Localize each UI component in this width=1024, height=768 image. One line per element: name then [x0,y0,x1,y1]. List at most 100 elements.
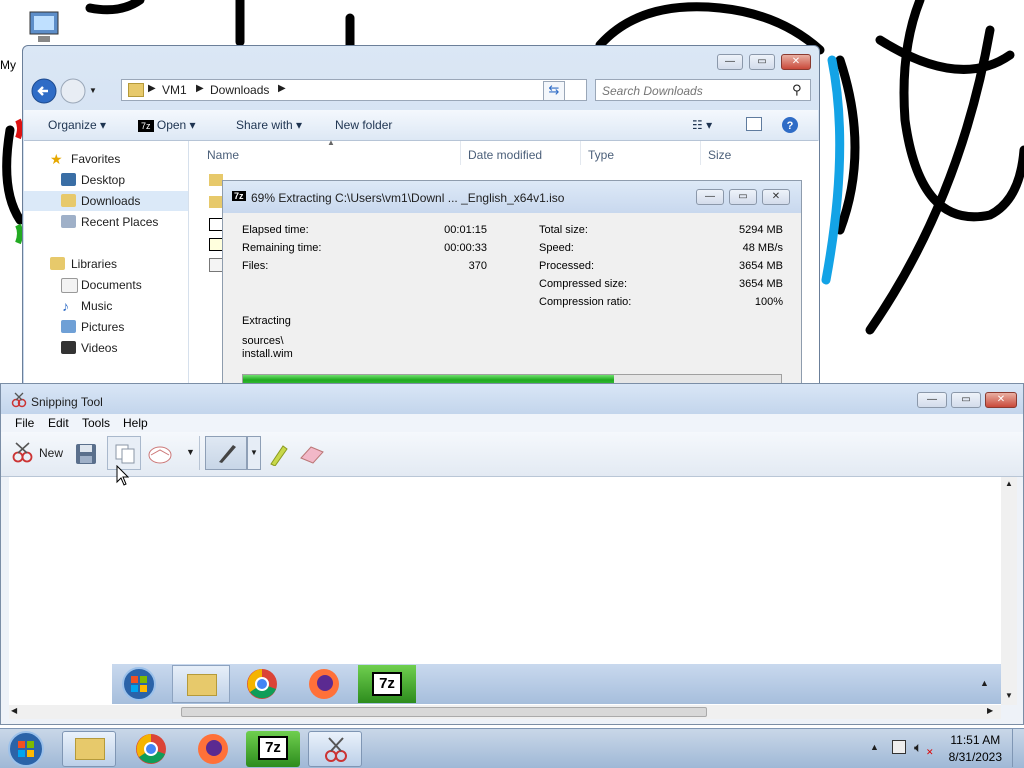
stat-label: Compressed size: [539,278,628,290]
forward-arrow-icon[interactable] [60,78,86,104]
minimize-button[interactable]: — [717,54,743,70]
close-button[interactable]: ✕ [781,54,811,70]
nav-favorites[interactable]: ★ Favorites [24,149,188,169]
close-button[interactable]: ✕ [985,392,1017,408]
views-icon[interactable]: ☷ ▾ [692,118,712,132]
new-snip-button[interactable]: New [11,440,67,466]
folder-icon[interactable] [209,196,223,208]
nav-libraries[interactable]: Libraries [24,254,188,274]
7zip-icon: 7z [232,191,246,201]
nav-item-desktop[interactable]: Desktop [24,170,188,190]
zip-file-icon[interactable] [209,238,223,251]
7zip-taskbar-icon: 7z [358,665,416,703]
current-file: install.wim [242,348,293,360]
clock[interactable]: 11:51 AM 8/31/2023 [949,733,1002,764]
stat-value: 00:01:15 [444,224,487,236]
nav-item-videos[interactable]: Videos [24,338,188,358]
menu-file[interactable]: File [15,416,34,430]
nav-item-music[interactable]: ♪ Music [24,296,188,316]
stat-label: Remaining time: [242,242,322,254]
folder-icon[interactable] [209,174,223,186]
firefox-icon[interactable] [197,733,229,765]
pen-dropdown-icon[interactable]: ▼ [247,436,261,470]
stat-value: 370 [468,260,487,272]
menu-tools[interactable]: Tools [82,416,110,430]
send-dropdown-icon[interactable]: ▼ [186,447,195,457]
organize-button[interactable]: Organize ▾ [48,118,106,132]
new-folder-button[interactable]: New folder [335,118,392,132]
column-header-size[interactable]: Size [708,148,731,162]
preview-pane-icon[interactable] [746,117,762,131]
downloads-folder-icon [61,194,76,207]
taskbar-7zip-button[interactable]: 7z [246,731,300,767]
recent-pages-chevron-icon[interactable]: ▼ [89,86,97,95]
menu-help[interactable]: Help [123,416,148,430]
show-desktop-button[interactable] [1012,729,1024,767]
save-icon[interactable] [75,443,97,465]
snipping-tool-window: Snipping Tool — ▭ ✕ File Edit Tools Help… [0,383,1024,725]
search-icon[interactable]: ⚲ [792,82,802,98]
search-box[interactable]: ⚲ [595,79,811,101]
send-snip-icon[interactable] [147,443,173,465]
nav-item-downloads[interactable]: Downloads [24,191,188,211]
stat-label: Files: [242,260,269,272]
eraser-icon[interactable] [299,444,325,464]
music-icon: ♪ [62,298,69,314]
snip-canvas[interactable]: 7z ▲ [9,477,1009,705]
scroll-left-arrow-icon[interactable]: ◀ [11,706,17,715]
nav-item-pictures[interactable]: Pictures [24,317,188,337]
volume-muted-icon[interactable]: 🔈︎ [914,739,922,756]
horizontal-scrollbar[interactable]: ◀ ▶ [9,705,1001,719]
column-header-type[interactable]: Type [588,148,614,162]
nav-libraries-label: Libraries [71,257,118,271]
stat-value: 5294 MB [738,224,783,236]
column-header-date-modified[interactable]: Date modified [468,148,542,162]
vertical-scrollbar[interactable]: ▲ ▼ [1001,477,1017,705]
nav-item-recent-places[interactable]: Recent Places [24,212,188,232]
pen-button[interactable] [205,436,247,470]
command-bar: Organize ▾ 7z Open ▾ Share with ▾ New fo… [24,110,818,141]
scroll-up-arrow-icon[interactable]: ▲ [1005,479,1013,488]
scroll-down-arrow-icon[interactable]: ▼ [1005,691,1013,700]
taskbar-snipping-tool-button[interactable] [308,731,362,767]
show-hidden-icons-icon[interactable]: ▲ [870,742,879,752]
chrome-icon[interactable] [135,733,167,765]
nav-item-label: Desktop [81,173,126,187]
maximize-button[interactable]: ▭ [749,54,775,70]
sort-arrow-icon: ▲ [327,138,335,147]
breadcrumb-downloads[interactable]: Downloads [210,83,269,97]
search-input[interactable] [600,82,784,100]
maximize-button[interactable]: ▭ [729,189,757,205]
share-with-button[interactable]: Share with ▾ [236,118,302,132]
highlighter-icon[interactable] [267,442,289,466]
mute-x-icon: ✕ [926,747,934,757]
dialog-titlebar[interactable]: 7z 69% Extracting C:\Users\vm1\Downl ...… [223,181,801,213]
menu-edit[interactable]: Edit [48,416,69,430]
7zip-logo: 7z [372,672,402,696]
horizontal-scroll-thumb[interactable] [181,707,707,717]
close-button[interactable]: ✕ [762,189,790,205]
back-arrow-icon[interactable] [31,78,57,104]
refresh-icon[interactable]: ⇆ [543,81,565,101]
open-button[interactable]: 7z Open ▾ [138,118,196,132]
7zip-file-icon[interactable] [209,218,223,231]
breadcrumb-separator-icon: ▶ [196,83,204,94]
computer-icon[interactable] [20,10,62,46]
maximize-button[interactable]: ▭ [951,392,981,408]
captured-taskbar-image: 7z ▲ [112,664,1009,704]
start-button-icon[interactable] [6,730,46,768]
stat-value: 100% [754,296,783,308]
scroll-right-arrow-icon[interactable]: ▶ [987,706,993,715]
address-bar[interactable]: ▶ VM1 ▶ Downloads ▶ ▼ [121,79,587,101]
nav-item-label: Music [81,299,113,313]
network-icon[interactable] [892,740,906,754]
column-header-name[interactable]: Name [207,148,239,162]
snipping-tool-titlebar[interactable]: Snipping Tool — ▭ ✕ [1,384,1023,414]
breadcrumb-vm1[interactable]: VM1 [162,83,187,97]
taskbar-explorer-button[interactable] [62,731,116,767]
snipping-toolbar: New ▼ ▼ [1,432,1023,477]
help-icon[interactable]: ? [781,116,799,134]
minimize-button[interactable]: — [917,392,947,408]
minimize-button[interactable]: — [696,189,724,205]
nav-item-documents[interactable]: Documents [24,275,188,295]
